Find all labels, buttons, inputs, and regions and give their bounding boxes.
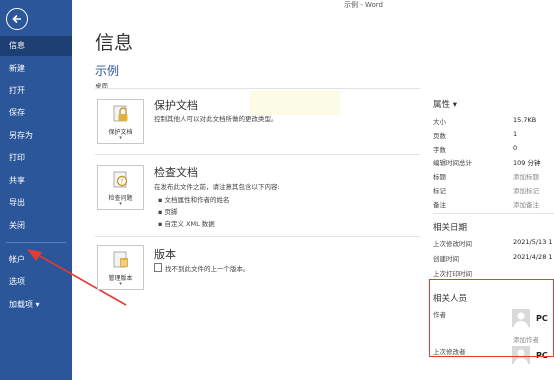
properties-dropdown[interactable]: 属性 ▾ (433, 98, 457, 110)
svg-text:?: ? (120, 179, 123, 186)
check-issues-button[interactable]: ? 检查问题 ▾ (97, 165, 144, 210)
annotation-box (429, 279, 554, 357)
lock-icon (111, 104, 131, 124)
related-dates-header: 相关日期 (433, 223, 468, 233)
prop-key: 标记 (433, 187, 446, 195)
chevron-down-icon: ▾ (119, 201, 122, 207)
prop-key: 上次修改时间 (433, 240, 472, 248)
divider (95, 154, 420, 155)
prop-key: 编辑时间总计 (433, 159, 472, 167)
prop-value: 2021/5/13 1 (513, 238, 553, 246)
prop-value: 15.7KB (513, 116, 537, 124)
add-title-field[interactable]: 添加标题 (513, 171, 539, 181)
prop-value: 1 (513, 130, 518, 138)
versions-icon (111, 250, 131, 270)
prop-value: 109 分钟 (513, 159, 541, 167)
document-name: 示例 (95, 64, 120, 78)
bullet-text: 文档属性和作者的姓名 (164, 196, 230, 204)
protect-document-desc: 控制其他人可以对此文档所做的更改类型。 (154, 115, 278, 123)
list-item: ▪ 页脚 (158, 208, 178, 216)
add-comment-field[interactable]: 添加备注 (513, 199, 539, 209)
protect-document-button[interactable]: 保护文档 ▾ (97, 99, 144, 144)
list-item: ▪ 文档属性和作者的姓名 (158, 196, 230, 204)
add-tag-field[interactable]: 添加标记 (513, 185, 539, 195)
prop-key: 大小 (433, 118, 446, 126)
inspect-document-desc: 在发布此文件之前，请注意其包含以下内容: (154, 183, 280, 191)
document-icon (154, 263, 162, 272)
divider (433, 213, 554, 214)
prop-key: 字数 (433, 146, 446, 154)
protect-document-title: 保护文档 (154, 99, 198, 112)
highlight-area (250, 91, 340, 115)
versions-desc-text: 找不到此文件的上一个版本。 (165, 265, 250, 273)
versions-title: 版本 (154, 248, 176, 261)
prop-value: 0 (513, 144, 518, 152)
prop-key: 创建时间 (433, 255, 459, 263)
versions-desc: 找不到此文件的上一个版本。 (154, 263, 250, 273)
manage-versions-button[interactable]: 管理版本 ▾ (97, 245, 144, 290)
list-item: ▪ 自定义 XML 数据 (158, 220, 215, 228)
bullet-text: 自定义 XML 数据 (164, 220, 215, 228)
divider (95, 236, 420, 237)
chevron-down-icon: ▾ (119, 281, 122, 287)
window-title: 示例 - Word (344, 1, 383, 9)
page-title: 信息 (95, 32, 134, 54)
bullet-text: 页脚 (164, 208, 178, 216)
chevron-down-icon: ▾ (119, 135, 122, 141)
prop-key: 上次打印时间 (433, 270, 472, 278)
prop-key: 备注 (433, 201, 446, 209)
prop-value: 2021/4/28 1 (513, 253, 553, 261)
inspect-document-title: 检查文档 (154, 166, 198, 179)
inspect-icon: ? (111, 170, 131, 190)
divider (95, 88, 420, 89)
prop-key: 页数 (433, 132, 446, 140)
prop-key: 标题 (433, 173, 446, 181)
